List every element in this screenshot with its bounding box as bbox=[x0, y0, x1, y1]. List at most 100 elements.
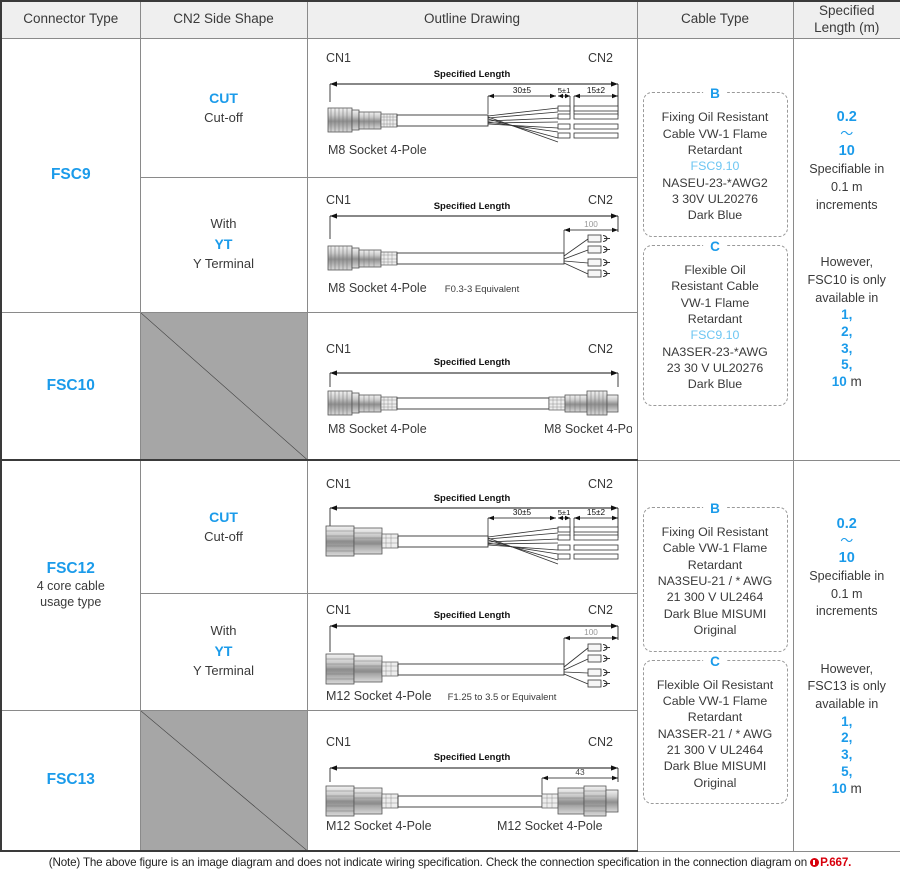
cable-letter: C bbox=[703, 652, 727, 671]
cable-type-box-b: B Fixing Oil Resistant Cable VW-1 Flame … bbox=[642, 499, 788, 652]
cable-type-cell-section2: B Fixing Oil Resistant Cable VW-1 Flame … bbox=[636, 459, 794, 852]
cable-code: FSC9.10 bbox=[690, 328, 740, 343]
cable-line: Retardant bbox=[687, 710, 743, 725]
left-connector-label: M8 Socket 4-Pole bbox=[328, 281, 427, 295]
cable-type-box-c: C Flexible Oil Resistant Cable VW-1 Flam… bbox=[642, 652, 788, 805]
outline-drawing-fsc9-cut: CN1 CN2 Specified Length 30±5 5±1 15±2 M… bbox=[306, 37, 638, 178]
cn2-shape-yt-fsc12: With YT Y Terminal bbox=[139, 592, 308, 711]
cable-line: Retardant bbox=[687, 311, 743, 326]
however-line: available in bbox=[815, 290, 879, 305]
available-value-last: 10 m bbox=[794, 781, 900, 798]
length-range-tilde: ～ bbox=[840, 126, 854, 142]
shape-tag: YT bbox=[214, 236, 233, 253]
dim-5: 5±1 bbox=[558, 86, 571, 95]
cable-line: NA3SEU-21 / * AWG bbox=[657, 574, 773, 588]
available-value-last: 10 m bbox=[794, 374, 900, 391]
cable-line: Cable VW-1 Flame bbox=[662, 541, 768, 556]
cable-line: 3 30V UL20276 bbox=[671, 192, 759, 207]
cable-code: FSC9.10 bbox=[690, 159, 740, 174]
cn1-label: CN1 bbox=[326, 477, 351, 491]
cn2-label: CN2 bbox=[588, 193, 613, 207]
header-specified-length: Specified Length (m) bbox=[792, 0, 900, 39]
header-specified-length-line1: Specified bbox=[818, 2, 875, 18]
footer-note-text: (Note) The above figure is an image diag… bbox=[48, 856, 808, 869]
shape-label: Cut-off bbox=[204, 109, 243, 125]
outline-drawing-fsc12-yt: CN1 CN2 Specified Length 100 M12 Socket … bbox=[306, 592, 638, 711]
cable-line: Flexible Oil Resistant bbox=[656, 677, 774, 692]
specified-length-label: Specified Length bbox=[434, 357, 511, 368]
cable-line: NA3SER-21 / * AWG bbox=[657, 726, 773, 741]
cable-line: Original bbox=[693, 775, 737, 790]
increment-note-line: 0.1 m bbox=[831, 586, 863, 601]
cn2-shape-cut-fsc9: CUT Cut-off bbox=[139, 37, 308, 178]
increment-note-line: Specifiable in bbox=[809, 568, 885, 583]
cable-diagram-cut-m8: CN1 CN2 Specified Length 30±5 5±1 15±2 M… bbox=[326, 51, 619, 157]
cn1-label: CN1 bbox=[326, 342, 351, 356]
cable-type-box-c: C Flexible Oil Resistant Cable VW-1 Flam… bbox=[642, 237, 788, 406]
connector-sub-line: usage type bbox=[40, 595, 102, 610]
shape-label: Cut-off bbox=[204, 528, 243, 544]
y-terminal-group bbox=[587, 234, 610, 277]
specified-length-cell-section2: 0.2 ～ 10 Specifiable in 0.1 m increments… bbox=[792, 459, 900, 852]
right-connector-label: M12 Socket 4-Pole bbox=[497, 819, 603, 833]
cable-line: Cable VW-1 Flame bbox=[662, 693, 768, 708]
shape-tag: YT bbox=[214, 643, 233, 660]
cable-type-cell-section1: B Fixing Oil Resistant Cable VW-1 Flame … bbox=[636, 37, 794, 461]
cable-letter: B bbox=[703, 85, 727, 103]
connector-type-fsc9: FSC9 bbox=[0, 37, 141, 313]
available-value: 2, bbox=[841, 730, 853, 746]
available-value: 1, bbox=[841, 713, 853, 729]
specified-length-label: Specified Length bbox=[434, 610, 511, 621]
cable-line: Retardant bbox=[687, 557, 743, 572]
cable-line: Original bbox=[693, 623, 737, 638]
connector-name: FSC13 bbox=[46, 771, 95, 789]
cable-line: Fixing Oil Resistant bbox=[661, 524, 769, 539]
header-cn2-side-shape: CN2 Side Shape bbox=[139, 0, 308, 39]
page-reference-link[interactable]: P.667. bbox=[820, 856, 851, 869]
connector-type-fsc10: FSC10 bbox=[0, 311, 141, 461]
cn2-label: CN2 bbox=[588, 51, 613, 65]
cn1-label: CN1 bbox=[326, 51, 351, 65]
dim-15: 15±2 bbox=[587, 508, 606, 517]
cn2-shape-unavailable-fsc13 bbox=[139, 709, 308, 852]
spec-sheet: Connector Type CN2 Side Shape Outline Dr… bbox=[0, 0, 900, 877]
cable-diagram-yt-m12: CN1 CN2 Specified Length 100 M12 Socket … bbox=[325, 603, 619, 703]
cable-line: 23 30 V UL20276 bbox=[666, 361, 764, 376]
connector-name: FSC10 bbox=[46, 376, 95, 394]
left-connector-label: M8 Socket 4-Pole bbox=[328, 143, 427, 157]
cable-diagram-m12-to-m12: CN1 CN2 Specified Length 43 M12 Socket 4… bbox=[325, 735, 619, 833]
terminal-spec-label: F1.25 to 3.5 or Equivalent bbox=[448, 692, 557, 703]
cable-diagram-yt-m8: CN1 CN2 Specified Length 100 M8 Socket 4… bbox=[326, 193, 619, 295]
dim-15: 15±2 bbox=[587, 86, 606, 95]
increment-note-line: Specifiable in bbox=[809, 162, 885, 177]
cable-line: VW-1 Flame bbox=[680, 295, 750, 310]
dim-100: 100 bbox=[584, 220, 598, 229]
however-line: FSC13 is only bbox=[807, 679, 886, 694]
available-value: 3, bbox=[841, 747, 853, 763]
cable-line: Dark Blue MISUMI bbox=[663, 606, 767, 621]
header-connector-type: Connector Type bbox=[0, 0, 141, 39]
however-line: However, bbox=[820, 661, 874, 676]
cable-line: NASEU-23-*AWG2 bbox=[662, 175, 768, 190]
available-value: 3, bbox=[841, 340, 853, 356]
footer-note: (Note) The above figure is an image diag… bbox=[0, 852, 900, 869]
available-value: 5, bbox=[841, 763, 853, 779]
cable-diagram-m8-to-m8: CN1 CN2 Specified Length M8 Socket 4-Pol… bbox=[326, 342, 632, 436]
cable-line: 21 300 V UL2464 bbox=[666, 743, 764, 757]
shape-label: Y Terminal bbox=[193, 255, 254, 271]
cn2-label: CN2 bbox=[588, 477, 613, 491]
specified-length-label: Specified Length bbox=[434, 493, 511, 504]
cable-line: Flexible Oil bbox=[684, 262, 746, 277]
specified-length-cell-section1: 0.2 ～ 10 Specifiable in 0.1 m increments… bbox=[792, 37, 900, 461]
y-terminal-group bbox=[587, 643, 610, 687]
length-to: 10 bbox=[838, 549, 855, 566]
increment-note-line: 0.1 m bbox=[831, 180, 863, 195]
dim-5: 5±1 bbox=[558, 508, 571, 517]
length-to: 10 bbox=[838, 143, 855, 160]
header-cable-type: Cable Type bbox=[636, 0, 794, 39]
cable-letter: C bbox=[703, 237, 727, 256]
however-line: FSC10 is only bbox=[807, 272, 886, 287]
header-specified-length-line2: Length (m) bbox=[814, 19, 880, 35]
available-value: 10 bbox=[831, 780, 847, 796]
left-connector-label: M12 Socket 4-Pole bbox=[326, 689, 432, 703]
